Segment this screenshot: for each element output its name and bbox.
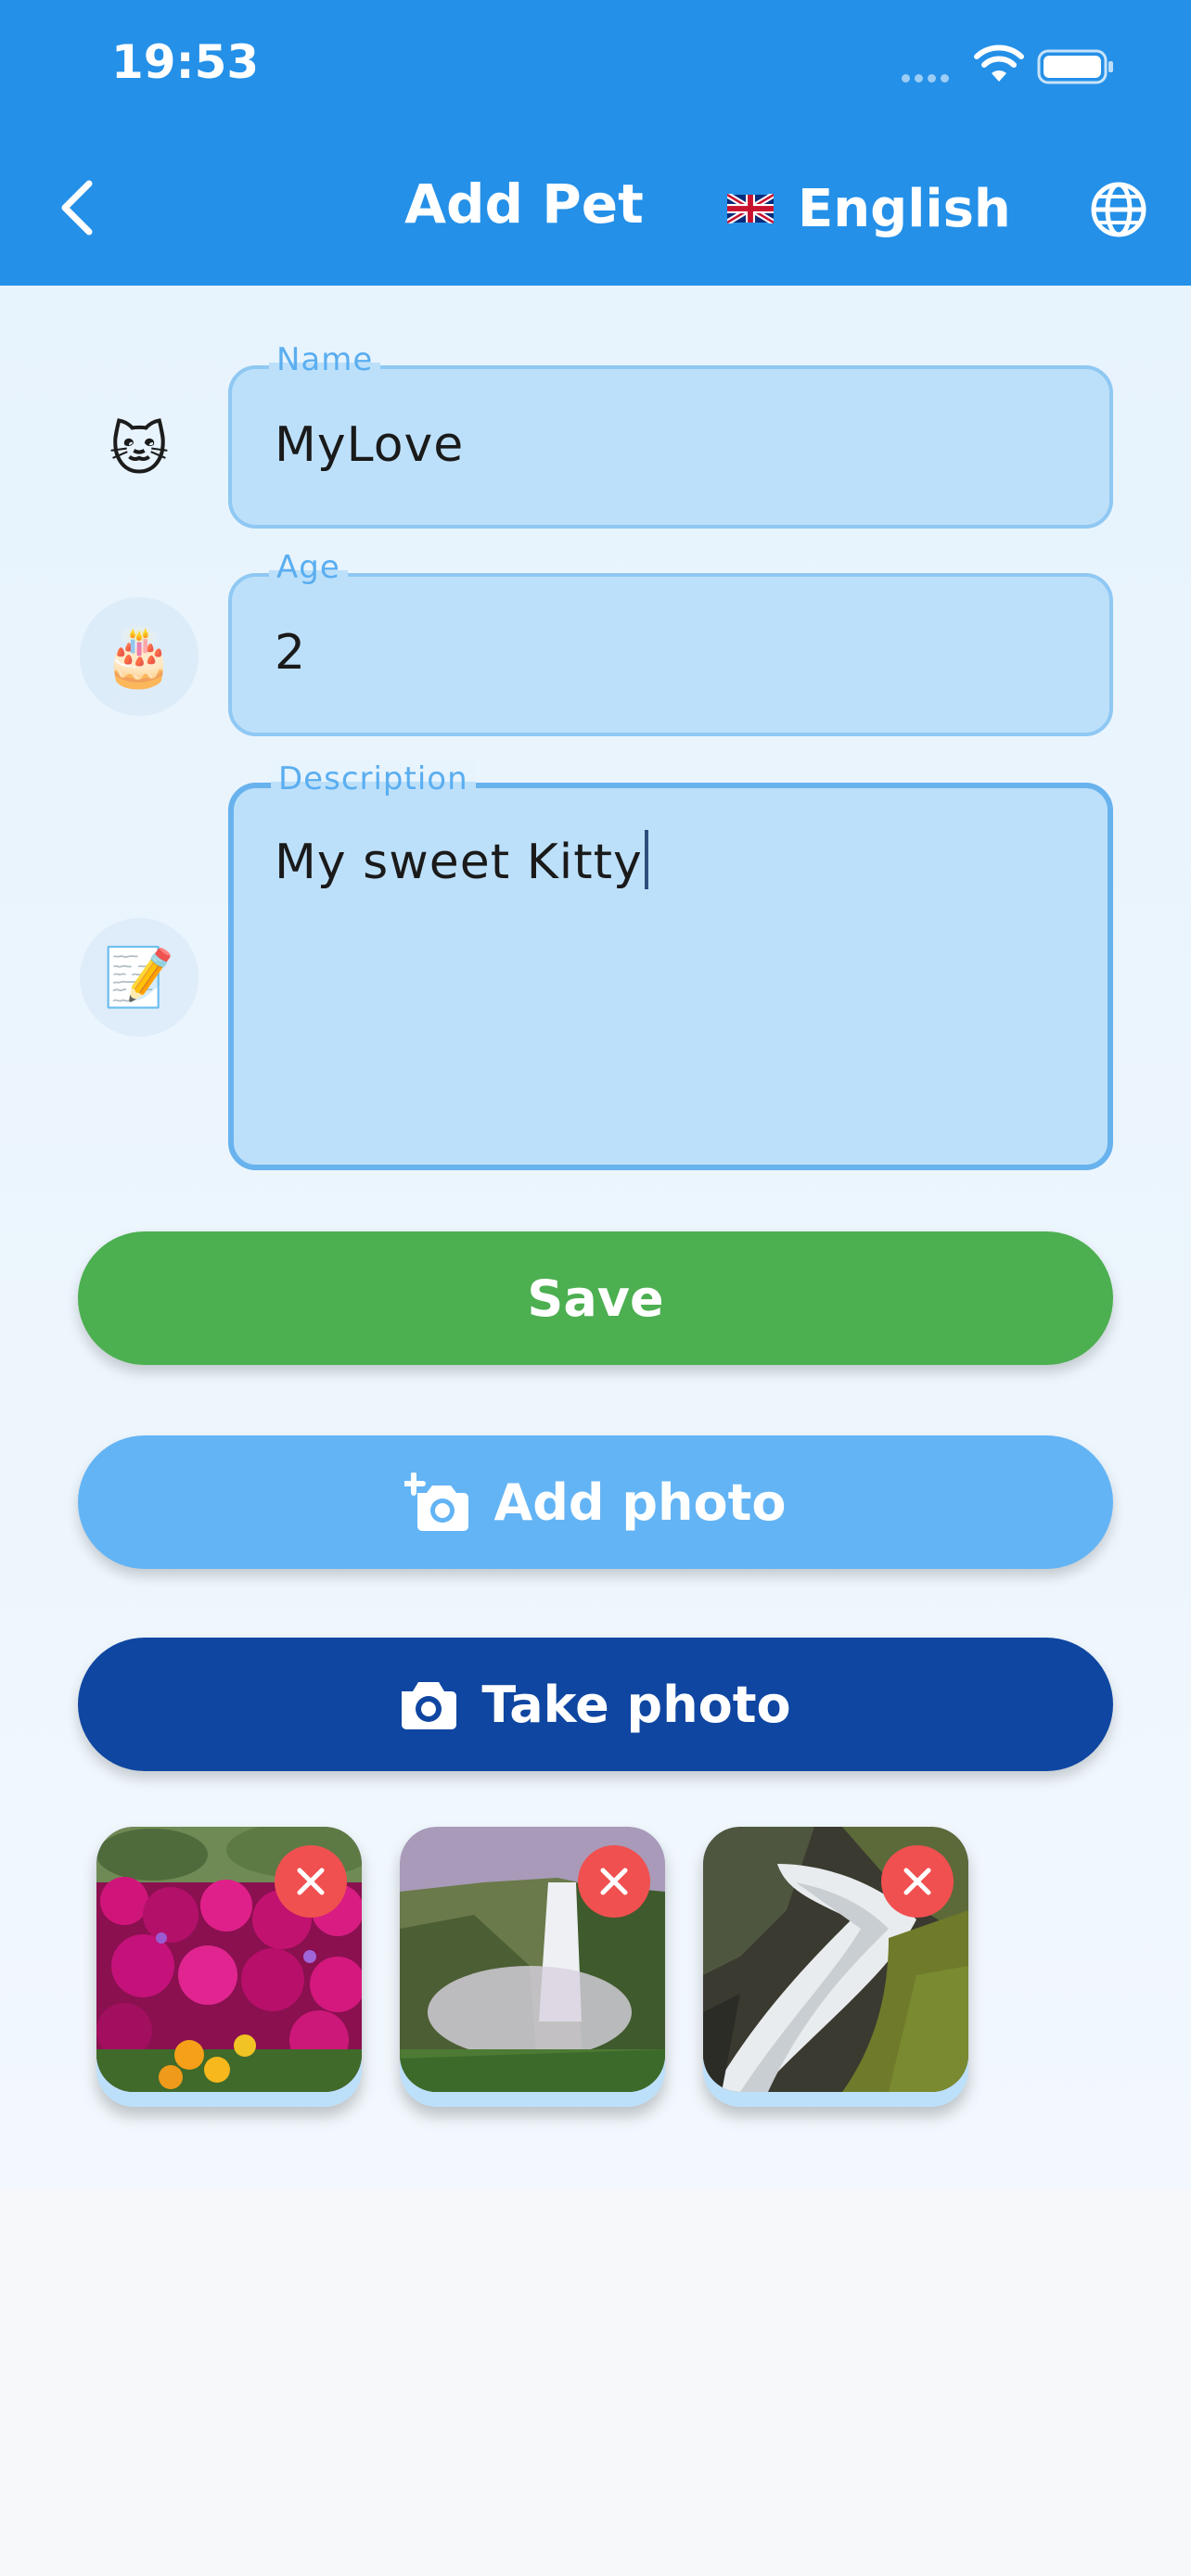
name-label: Name [269, 341, 381, 378]
close-icon [600, 1868, 628, 1895]
language-selector[interactable]: English [727, 176, 1011, 241]
text-caret [644, 830, 648, 889]
age-label: Age [269, 549, 348, 586]
battery-icon [1037, 49, 1113, 84]
back-arrow-icon[interactable] [56, 178, 100, 237]
wifi-icon [974, 45, 1024, 82]
description-value-wrapper: My sweet Kitty [275, 830, 648, 895]
description-label: Description [271, 760, 476, 797]
remove-photo-3-button[interactable] [881, 1845, 954, 1918]
globe-icon[interactable] [1089, 180, 1148, 239]
photo-thumbnail-3[interactable] [703, 1827, 968, 2107]
name-field[interactable]: Name MyLove [228, 341, 1113, 529]
page-title: Add Pet [404, 172, 644, 236]
age-field[interactable]: Age 2 [228, 549, 1113, 736]
remove-photo-1-button[interactable] [275, 1845, 347, 1918]
description-value: My sweet Kitty [275, 835, 643, 890]
app-header: 19:53 Add Pet English [0, 0, 1191, 286]
memo-icon: 📝 [80, 918, 198, 1037]
close-icon [297, 1868, 325, 1895]
add-photo-button[interactable]: Add photo [78, 1435, 1113, 1569]
language-label: English [798, 178, 1011, 239]
cellular-signal-icon [902, 74, 957, 85]
save-button[interactable]: Save [78, 1231, 1113, 1365]
name-value: MyLove [275, 417, 465, 473]
cat-icon: 🐱 [109, 414, 170, 483]
cake-icon: 🎂 [80, 597, 198, 716]
age-value: 2 [275, 625, 307, 681]
description-field[interactable]: Description My sweet Kitty [228, 760, 1113, 1170]
save-button-label: Save [527, 1269, 664, 1328]
remove-photo-2-button[interactable] [578, 1845, 650, 1918]
uk-flag-icon [727, 194, 774, 223]
camera-icon [402, 1682, 457, 1729]
add-photo-icon [404, 1473, 469, 1531]
take-photo-label: Take photo [481, 1675, 791, 1734]
photo-thumbnail-1[interactable] [96, 1827, 362, 2107]
take-photo-button[interactable]: Take photo [78, 1638, 1113, 1771]
status-time: 19:53 [111, 35, 260, 89]
photo-thumbnail-2[interactable] [400, 1827, 665, 2107]
close-icon [903, 1868, 931, 1895]
add-photo-label: Add photo [493, 1473, 787, 1532]
